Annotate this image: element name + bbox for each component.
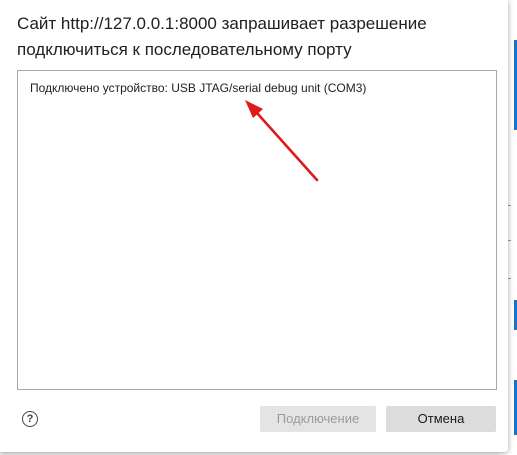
device-list[interactable]: Подключено устройство: USB JTAG/serial d… — [17, 70, 497, 390]
help-icon[interactable]: ? — [22, 411, 38, 427]
dialog-title: Сайт http://127.0.0.1:8000 запрашивает р… — [17, 11, 487, 63]
dialog-title-line: подключиться к последовательному порту — [17, 40, 352, 59]
connect-button[interactable]: Подключение — [260, 406, 376, 432]
cancel-button[interactable]: Отмена — [386, 406, 496, 432]
dialog-title-line: Сайт http://127.0.0.1:8000 запрашивает р… — [17, 14, 427, 33]
device-list-item[interactable]: Подключено устройство: USB JTAG/serial d… — [30, 81, 366, 95]
serial-port-permission-dialog: Сайт http://127.0.0.1:8000 запрашивает р… — [0, 0, 508, 452]
